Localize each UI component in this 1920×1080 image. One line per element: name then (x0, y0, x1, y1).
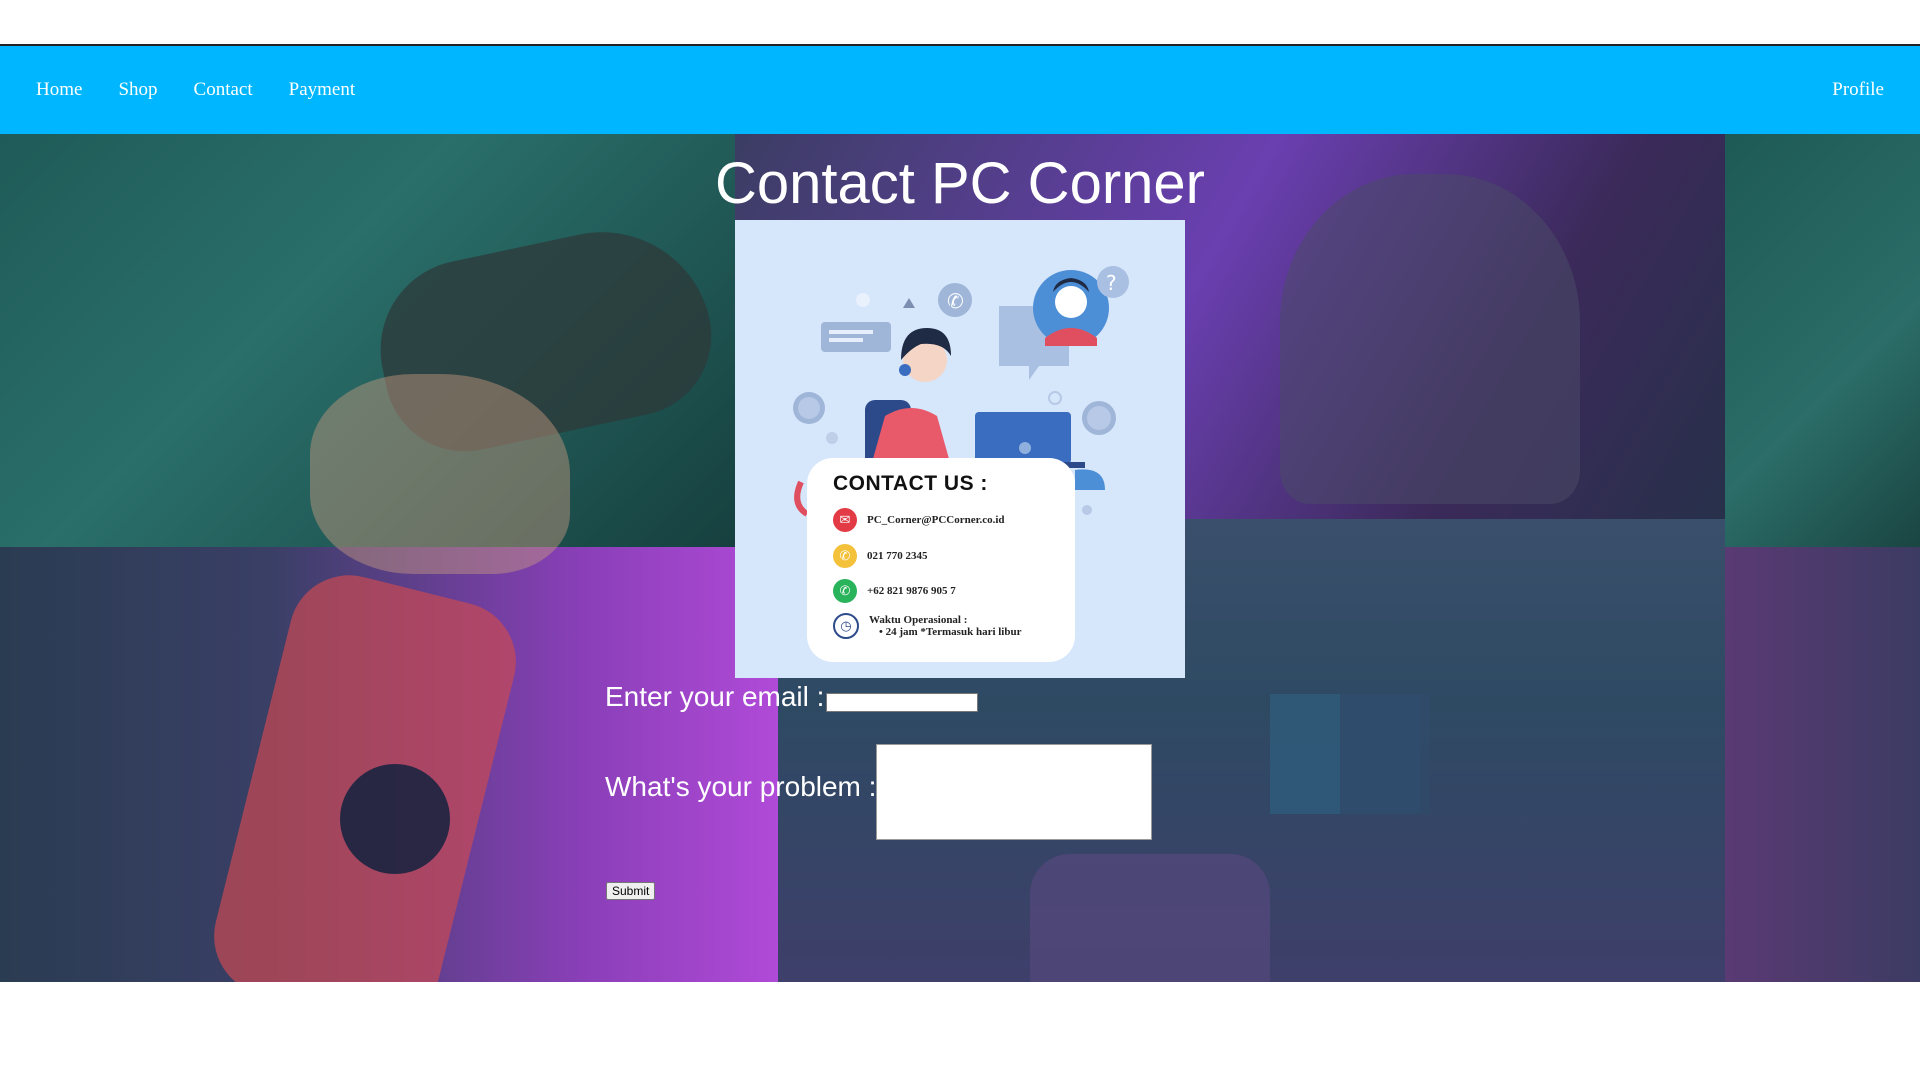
nav-shop-link[interactable]: Shop (118, 79, 157, 101)
nav-contact-link[interactable]: Contact (194, 79, 253, 101)
background-strip-photo-2 (1725, 547, 1920, 982)
contact-us-card: ✆ ? CONTACT US : ✉ PC_Corner@PCCorner.co… (735, 220, 1185, 678)
submit-button[interactable]: Submit (606, 882, 656, 900)
contact-us-heading: CONTACT US : (833, 472, 988, 495)
seated-player-shape (1030, 854, 1270, 982)
email-label: Enter your email : (605, 681, 825, 712)
contact-phone-row: ✆ 021 770 2345 (833, 544, 928, 568)
mail-icon: ✉ (833, 508, 857, 532)
contact-hours-row: ◷ Waktu Operasional : • 24 jam *Termasuk… (833, 613, 1021, 639)
contact-hours-text: Waktu Operasional : • 24 jam *Termasuk h… (869, 614, 1021, 638)
page-title: Contact PC Corner (715, 151, 1205, 216)
contact-email-row: ✉ PC_Corner@PCCorner.co.id (833, 508, 1005, 532)
phone-icon: ✆ (833, 544, 857, 568)
contact-hours-label: Waktu Operasional : (869, 614, 968, 626)
contact-hours-detail: • 24 jam *Termasuk hari libur (879, 626, 1022, 638)
contact-whatsapp-text: +62 821 9876 905 7 (867, 585, 956, 597)
svg-text:?: ? (1106, 271, 1117, 295)
monitor-shape-2 (1340, 694, 1430, 814)
contact-phone-text: 021 770 2345 (867, 550, 928, 562)
nav-profile-link[interactable]: Profile (1832, 79, 1884, 101)
gamer-silhouette (1280, 174, 1580, 504)
nav-payment-link[interactable]: Payment (289, 79, 356, 101)
email-input[interactable] (826, 693, 978, 712)
analog-stick-shape (340, 764, 450, 874)
problem-label: What's your problem : (605, 771, 877, 802)
clock-icon: ◷ (833, 613, 859, 639)
problem-textarea[interactable] (876, 744, 1152, 840)
nav-home-link[interactable]: Home (36, 79, 82, 101)
svg-text:✆: ✆ (947, 289, 964, 313)
contact-whatsapp-row: ✆ +62 821 9876 905 7 (833, 579, 956, 603)
whatsapp-icon: ✆ (833, 579, 857, 603)
contact-email-text: PC_Corner@PCCorner.co.id (867, 514, 1005, 526)
contact-info-box: CONTACT US : ✉ PC_Corner@PCCorner.co.id … (807, 458, 1075, 662)
top-navbar: Home Shop Contact Payment Profile (0, 46, 1920, 134)
hand-shape (310, 374, 570, 574)
